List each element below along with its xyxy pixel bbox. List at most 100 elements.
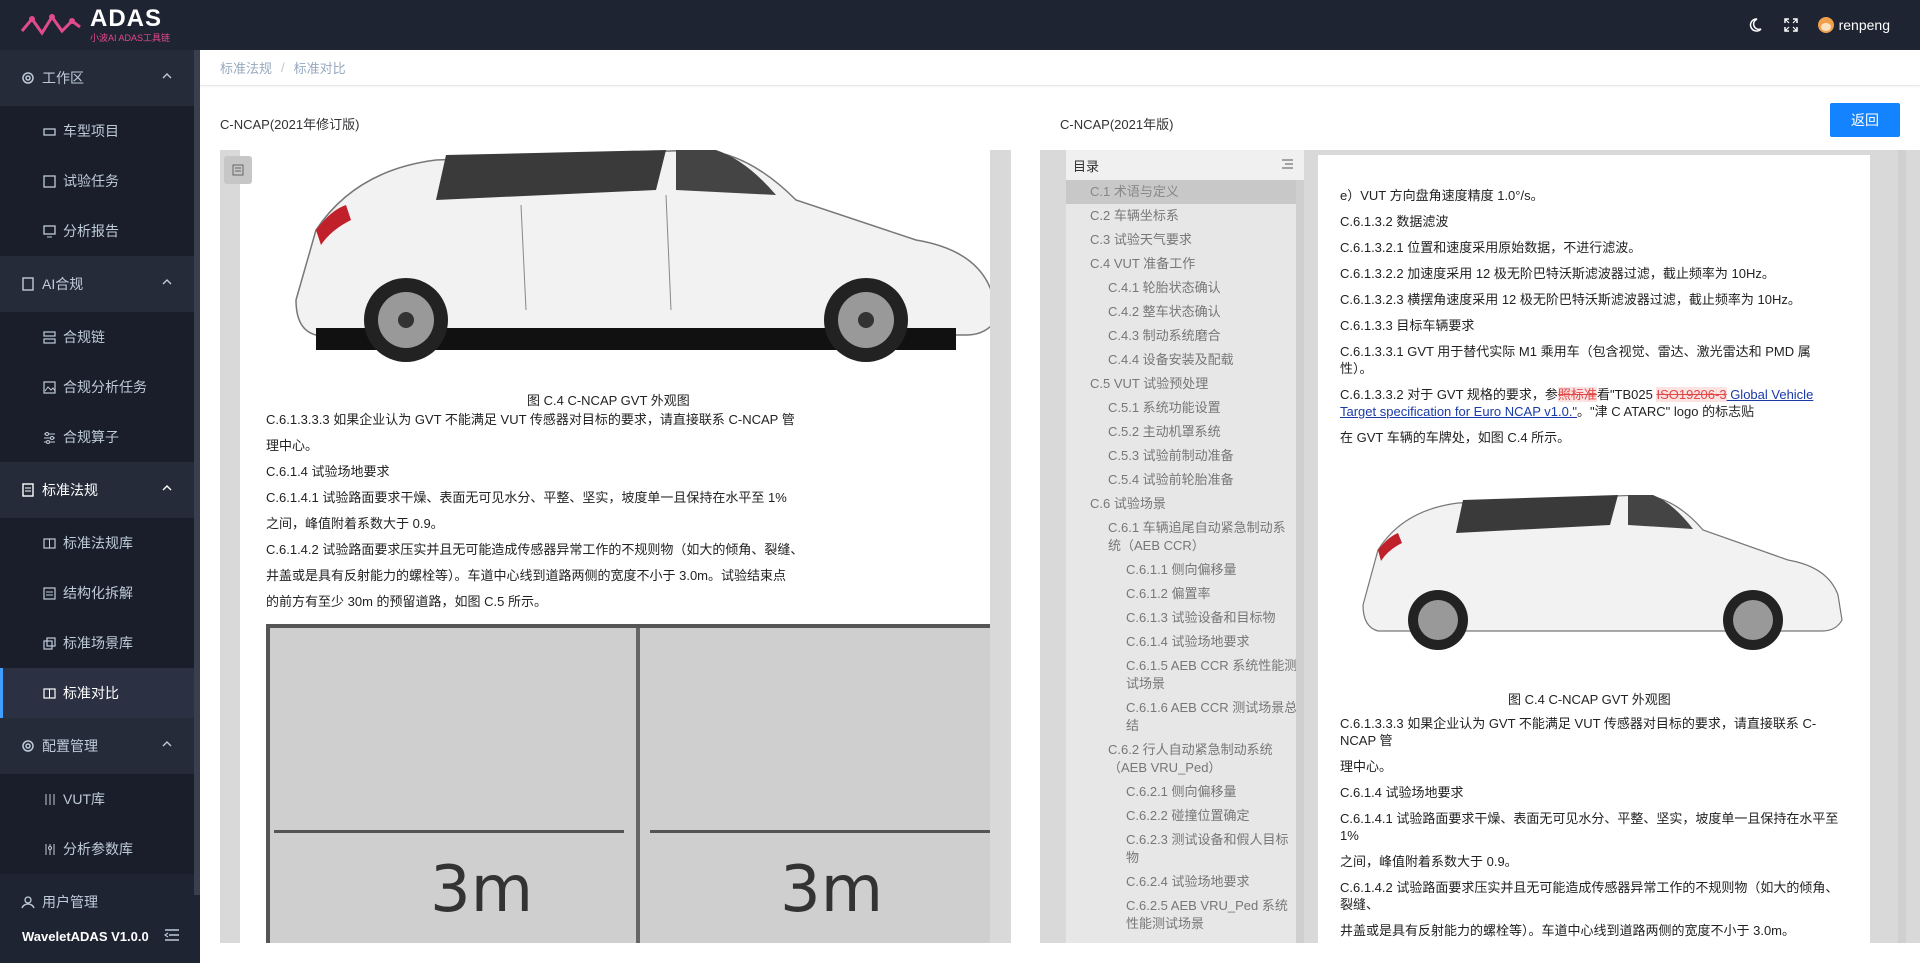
- sidebar-toggle-button[interactable]: [224, 156, 252, 184]
- sidebar-item-label: 合规分析任务: [63, 379, 147, 395]
- arrow: [274, 830, 624, 833]
- brand-subtitle: 小波AI ADAS工具链: [90, 33, 171, 43]
- toc-item[interactable]: C.2 车辆坐标系: [1066, 204, 1304, 228]
- sidebar-group-ai-compliance[interactable]: AI合规: [0, 256, 200, 312]
- paragraph-line: C.6.1.4.1 试验路面要求干燥、表面无可见水分、平整、坚实，坡度单一且保持…: [1340, 811, 1839, 843]
- fullscreen-icon[interactable]: [1782, 16, 1800, 34]
- toc-item[interactable]: C.4.2 整车状态确认: [1066, 300, 1304, 324]
- toc-item[interactable]: C.5.3 试验前制动准备: [1066, 444, 1304, 468]
- username: renpeng: [1838, 17, 1890, 33]
- top-bar: ADAS 小波AI ADAS工具链 renpeng: [0, 0, 1920, 50]
- figure-caption: 图 C.4 C-NCAP GVT 外观图: [1508, 692, 1671, 707]
- paragraph-line: C.6.1.3.2.1 位置和速度采用原始数据，不进行滤波。: [1340, 240, 1642, 255]
- sidebar-footer: WaveletADAS V1.0.0: [0, 910, 200, 963]
- sidebar-group-config[interactable]: 配置管理: [0, 718, 200, 774]
- document-scrollbar[interactable]: [1898, 150, 1906, 943]
- toc-collapse-icon[interactable]: [1281, 158, 1294, 170]
- toc-item[interactable]: C.4.1 轮胎状态确认: [1066, 276, 1304, 300]
- sidebar-item-label: VUT库: [63, 791, 105, 807]
- toc-item[interactable]: C.6.1.6 AEB CCR 测试场景总结: [1066, 696, 1304, 738]
- toc-item[interactable]: C.4 VUT 准备工作: [1066, 252, 1304, 276]
- toc-scrollbar[interactable]: [1296, 180, 1304, 943]
- toc-item[interactable]: C.6.1.1 侧向偏移量: [1066, 558, 1304, 582]
- sidebar-item-structured-breakdown[interactable]: 结构化拆解: [0, 568, 200, 618]
- back-button[interactable]: 返回: [1830, 103, 1900, 137]
- toc-item[interactable]: C.6.2 行人自动紧急制动系统（AEB VRU_Ped）: [1066, 738, 1304, 780]
- paragraph-line: C.6.1.4.2 试验路面要求压实并且无可能造成传感器异常工作的不规则物（如大…: [1340, 880, 1839, 912]
- toc-item[interactable]: C.4.3 制动系统磨合: [1066, 324, 1304, 348]
- paragraph-line: C.6.1.4.1 试验路面要求干燥、表面无可见水分、平整、坚实，坡度单一且保持…: [266, 490, 787, 505]
- sidebar-item-label: 车型项目: [63, 123, 119, 139]
- user-menu[interactable]: renpeng: [1817, 17, 1890, 33]
- toc-item[interactable]: C.6.2.1 侧向偏移量: [1066, 780, 1304, 804]
- breadcrumb-item[interactable]: 标准法规: [220, 58, 272, 77]
- toc-item[interactable]: C.1 术语与定义: [1066, 180, 1304, 204]
- sidebar-group-standards[interactable]: 标准法规: [0, 462, 200, 518]
- sidebar-item-standards-compare[interactable]: 标准对比: [0, 668, 200, 718]
- toc-item[interactable]: C.3 试验天气要求: [1066, 228, 1304, 252]
- sidebar-item-standards-library[interactable]: 标准法规库: [0, 518, 200, 568]
- toc-list: C.1 术语与定义 C.2 车辆坐标系 C.3 试验天气要求 C.4 VUT 准…: [1066, 180, 1304, 936]
- toc-item[interactable]: C.6.1 车辆追尾自动紧急制动系统（AEB CCR）: [1066, 516, 1304, 558]
- toc-item[interactable]: C.5 VUT 试验预处理: [1066, 372, 1304, 396]
- main-content: 标准法规 / 标准对比 C-NCAP(2021年修订版) C-NCAP(2021…: [200, 50, 1920, 963]
- toc-item[interactable]: C.6.2.3 测试设备和假人目标物: [1066, 828, 1304, 870]
- sidebar-item-analysis-params[interactable]: 分析参数库: [0, 824, 200, 874]
- toc-item[interactable]: C.5.1 系统功能设置: [1066, 396, 1304, 420]
- logo-icon: [20, 14, 81, 36]
- paragraph-line: 理中心。: [266, 438, 319, 453]
- toc-item[interactable]: C.6.2.4 试验场地要求: [1066, 870, 1304, 894]
- sidebar-item-vut-library[interactable]: VUT库: [0, 774, 200, 824]
- paragraph-line: 之间，峰值附着系数大于 0.9。: [266, 516, 444, 531]
- toc-title: 目录: [1073, 158, 1100, 174]
- toc-item[interactable]: C.6.1.5 AEB CCR 系统性能测试场景: [1066, 654, 1304, 696]
- toc-item[interactable]: C.6.2.5 AEB VRU_Ped 系统性能测试场景: [1066, 894, 1304, 936]
- sidebar-item-compliance-chain[interactable]: 合规链: [0, 312, 200, 362]
- toc-item[interactable]: C.6.1.4 试验场地要求: [1066, 630, 1304, 654]
- paragraph-line: 井盖或是具有反射能力的螺栓等）。车道中心线到道路两侧的宽度不小于 3.0m。: [1340, 923, 1796, 938]
- sidebar-item-analysis-report[interactable]: 分析报告: [0, 206, 200, 256]
- moon-icon[interactable]: [1746, 16, 1764, 34]
- toc-item[interactable]: C.4.4 设备安装及配载: [1066, 348, 1304, 372]
- task-icon: [42, 174, 57, 189]
- sidebar-group-workspace[interactable]: 工作区: [0, 50, 200, 106]
- panel-icon: [232, 164, 244, 176]
- sidebar-item-scenario-library[interactable]: 标准场景库: [0, 618, 200, 668]
- sidebar-group-label: AI合规: [42, 276, 84, 292]
- gear-icon: [20, 738, 36, 754]
- sidebar-item-label: 试验任务: [63, 173, 119, 189]
- paragraph-line: C.6.1.3.2.3 横摆角速度采用 12 极无阶巴特沃斯滤波器过滤，截止频率…: [1340, 292, 1801, 307]
- paragraph-line: 理中心。: [1340, 759, 1393, 774]
- toc-item[interactable]: C.5.4 试验前轮胎准备: [1066, 468, 1304, 492]
- gear-icon: [20, 70, 36, 86]
- sidebar-item-compliance-task[interactable]: 合规分析任务: [0, 362, 200, 412]
- chevron-up-icon: [162, 741, 172, 747]
- toc-item[interactable]: C.6.2.2 碰撞位置确定: [1066, 804, 1304, 828]
- user-icon: [20, 894, 36, 910]
- toc-item[interactable]: C.6.1.3 试验设备和目标物: [1066, 606, 1304, 630]
- paragraph-line: C.6.1.3.2.2 加速度采用 12 极无阶巴特沃斯滤波器过滤，截止频率为 …: [1340, 266, 1775, 281]
- sidebar: 工作区 车型项目 试验任务 分析报告 AI合规 合规链 合规分析任务 合规算子 …: [0, 50, 200, 963]
- toc-item[interactable]: C.6 试验场景: [1066, 492, 1304, 516]
- logo[interactable]: ADAS 小波AI ADAS工具链: [20, 7, 170, 43]
- paragraph-line: C.6.1.3.3.3 如果企业认为 GVT 不能满足 VUT 传感器对目标的要…: [1340, 716, 1817, 748]
- toc-item[interactable]: C.5.2 主动机罩系统: [1066, 420, 1304, 444]
- collapse-menu-icon[interactable]: [164, 928, 180, 942]
- chevron-up-icon: [162, 279, 172, 285]
- right-document-viewer[interactable]: 目录 C.1 术语与定义 C.2 车辆坐标系 C.3 试验天气要求 C.4 VU…: [1040, 150, 1920, 943]
- car-image: [1362, 495, 1843, 650]
- sidebar-item-compliance-operator[interactable]: 合规算子: [0, 412, 200, 462]
- left-document-viewer[interactable]: 图 C.4 C-NCAP GVT 外观图 C.6.1.3.3.3 如果企业认为 …: [220, 150, 1011, 943]
- sidebar-item-vehicle-project[interactable]: 车型项目: [0, 106, 200, 156]
- sidebar-group-label: 配置管理: [42, 738, 98, 754]
- toc-item[interactable]: C.6.1.2 偏置率: [1066, 582, 1304, 606]
- paragraph-line: C.6.1.4.2 试验路面要求压实并且无可能造成传感器异常工作的不规则物（如大…: [266, 542, 804, 557]
- right-doc-text-top: e）VUT 方向盘角速度精度 1.0°/s。 C.6.1.3.2 数据滤波 C.…: [1340, 187, 1840, 446]
- arrow: [650, 830, 990, 833]
- paragraph-line: C.6.1.3.2 数据滤波: [1340, 214, 1449, 229]
- sidebar-item-label: 分析报告: [63, 223, 119, 239]
- image-icon: [42, 380, 57, 395]
- sidebar-item-test-task[interactable]: 试验任务: [0, 156, 200, 206]
- chevron-up-icon: [162, 73, 172, 79]
- paragraph-line: 的前方有至少 30m 的预留道路，如图 C.5 所示。: [266, 594, 547, 609]
